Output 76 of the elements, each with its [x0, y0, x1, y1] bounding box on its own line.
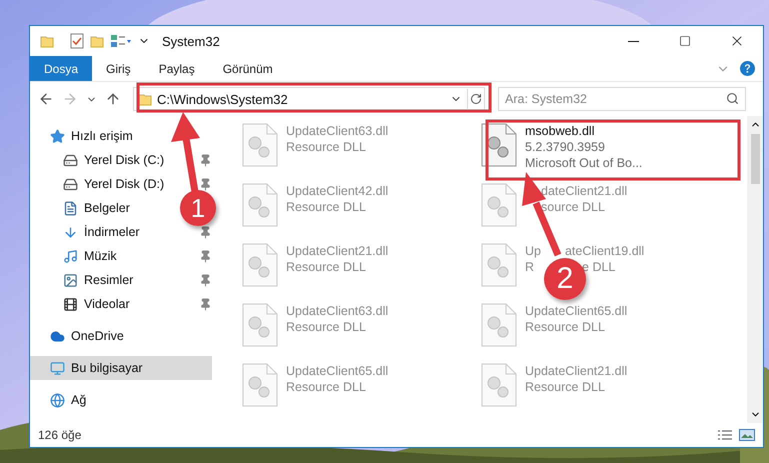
gear-file-icon — [242, 303, 278, 347]
download-icon — [63, 224, 78, 240]
pin-icon[interactable] — [199, 250, 212, 262]
sidebar-item[interactable]: Bu bilgisayar — [30, 356, 212, 380]
scrollbar[interactable] — [747, 116, 763, 423]
minimize-icon — [628, 40, 638, 42]
file-detail: R — [525, 259, 534, 275]
details-view-icon[interactable] — [717, 429, 733, 441]
file-detail: Resource DLL — [286, 379, 366, 395]
item-count: 126 öğe — [38, 428, 82, 442]
ribbon-tab[interactable]: Dosya — [30, 56, 92, 81]
forward-arrow-icon — [62, 91, 78, 107]
file-detail: Resource DLL — [286, 139, 366, 155]
sidebar-item[interactable]: İndirmeler — [30, 220, 146, 244]
file-detail: Resource DLL — [525, 319, 605, 335]
gear-file-icon — [481, 183, 517, 227]
sidebar-item[interactable]: Hızlı erişim — [30, 124, 212, 148]
picture-icon — [63, 272, 78, 288]
view-icon[interactable] — [110, 34, 132, 48]
file-name: Up — [525, 243, 541, 259]
file-detail: e DLL — [582, 259, 616, 275]
tiles-view-icon[interactable] — [739, 429, 755, 441]
pin-icon[interactable] — [199, 226, 212, 238]
folder-icon — [138, 92, 152, 106]
network-icon — [50, 392, 65, 408]
file-detail: Resource DLL — [525, 379, 605, 395]
help-icon[interactable] — [740, 61, 755, 76]
pin-icon[interactable] — [199, 178, 212, 190]
window-title: System32 — [162, 34, 220, 48]
sidebar-item[interactable]: Videolar — [30, 292, 136, 316]
address-field[interactable]: C:\Windows\System32 — [133, 87, 485, 111]
file-detail: Microsoft Out of Bo... — [525, 155, 642, 171]
maximize-icon — [679, 35, 691, 47]
film-icon — [63, 296, 78, 312]
gear-file-icon — [242, 123, 278, 167]
scroll-thumb[interactable] — [750, 134, 760, 184]
sidebar-item[interactable]: Resimler — [30, 268, 140, 292]
gear-file-icon — [481, 363, 517, 407]
ribbon-tab[interactable]: Paylaş — [144, 56, 209, 81]
new-folder-icon[interactable] — [90, 34, 104, 48]
gear-file-icon — [242, 243, 278, 287]
drive-icon — [63, 152, 78, 168]
file-detail: Resource DLL — [286, 319, 366, 335]
refresh-icon — [470, 93, 482, 105]
file-detail: Resource DLL — [286, 259, 366, 275]
pin-icon[interactable] — [199, 274, 212, 286]
music-note-icon — [63, 248, 78, 264]
drive-icon — [63, 176, 78, 192]
gear-file-icon — [242, 363, 278, 407]
sidebar-item[interactable]: OneDrive — [30, 324, 212, 348]
gear-file-icon — [481, 123, 517, 167]
pin-icon[interactable] — [199, 298, 212, 310]
search-field[interactable]: Ara: System32 — [498, 87, 746, 111]
sidebar-item[interactable]: Yerel Disk (C:) — [30, 148, 170, 172]
gear-file-icon — [242, 183, 278, 227]
file-detail: Resource DLL — [286, 199, 366, 215]
properties-icon[interactable] — [70, 33, 84, 49]
sidebar-item[interactable]: Yerel Disk (D:) — [30, 172, 170, 196]
file-name[interactable]: msobweb.dll — [525, 123, 594, 139]
gear-file-icon — [481, 243, 517, 287]
monitor-icon — [50, 360, 65, 376]
document-icon — [63, 200, 78, 216]
ribbon-tab[interactable]: Görünüm — [208, 56, 287, 81]
file-detail: 5.2.3790.3959 — [525, 139, 605, 155]
sidebar-item[interactable]: Belgeler — [30, 196, 136, 220]
search-icon — [726, 92, 739, 105]
file-detail: source DLL — [541, 199, 605, 215]
cloud-icon — [50, 328, 65, 344]
pin-icon[interactable] — [199, 154, 212, 166]
star-icon — [50, 128, 65, 144]
folder-icon — [40, 34, 54, 48]
ribbon-tab[interactable]: Giriş — [92, 56, 145, 81]
sidebar-item[interactable]: Ağ — [30, 388, 212, 412]
gear-file-icon — [481, 303, 517, 347]
refresh-button[interactable] — [467, 89, 484, 109]
sidebar-item[interactable]: Müzik — [30, 244, 123, 268]
